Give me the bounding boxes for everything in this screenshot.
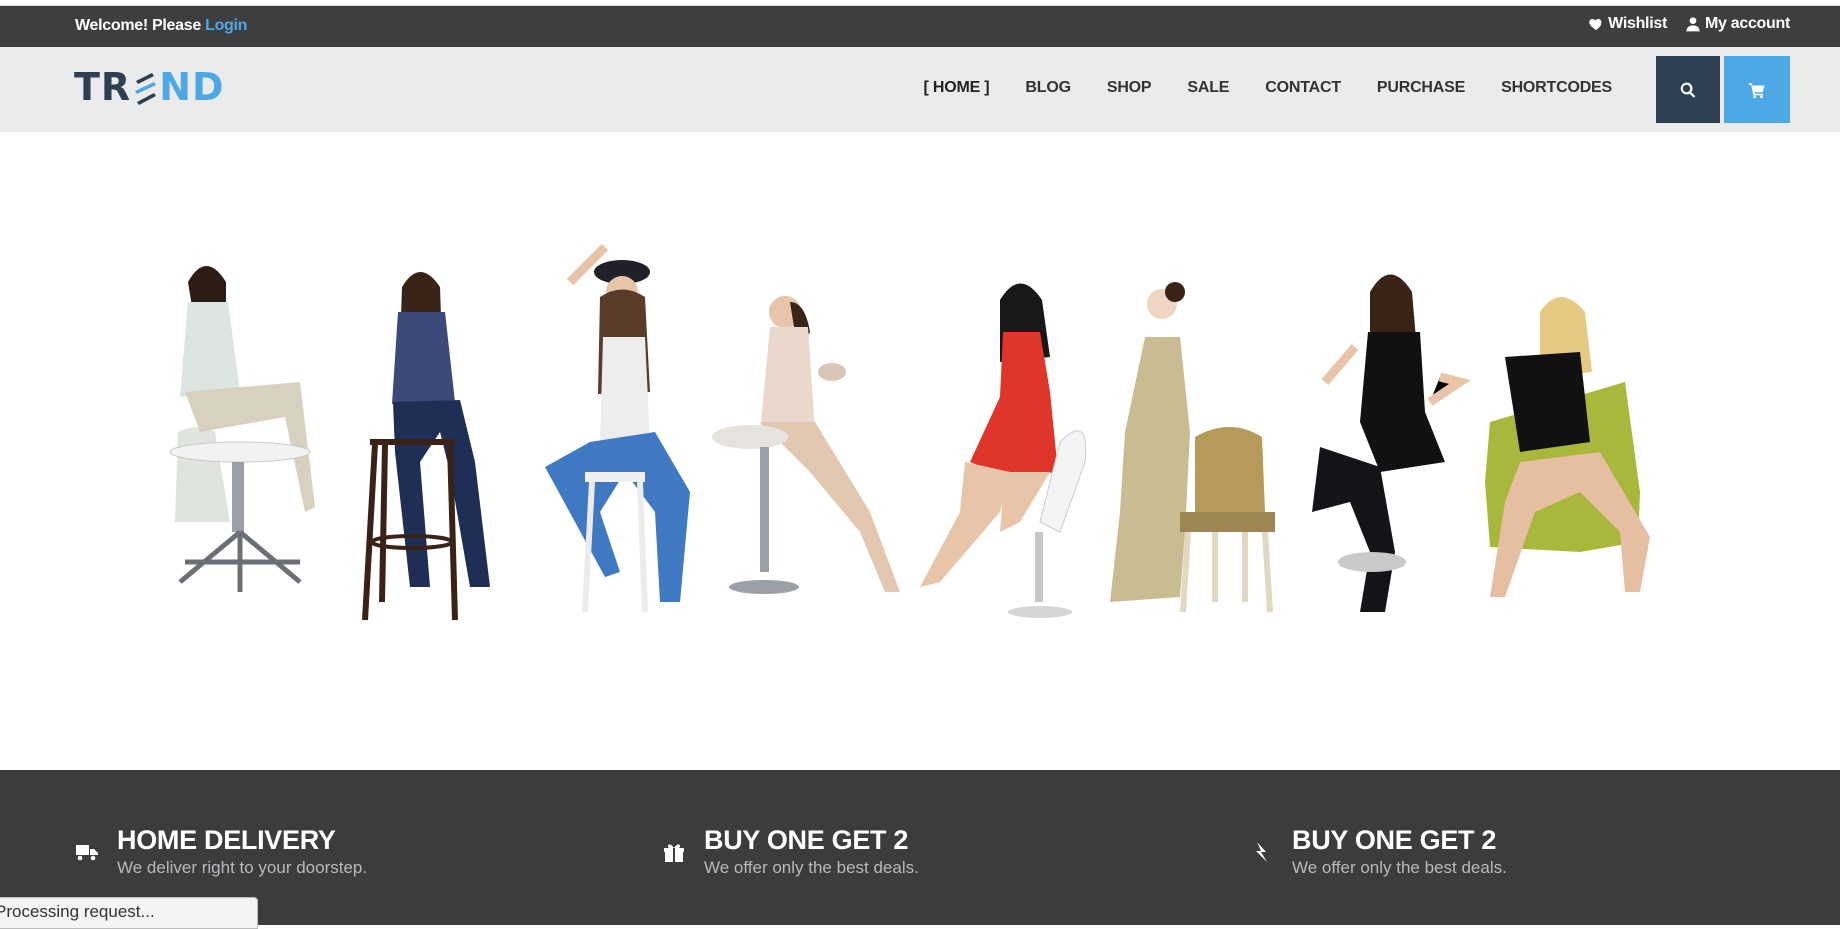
feature-desc: We deliver right to your doorstep. bbox=[117, 858, 368, 877]
search-icon bbox=[1680, 82, 1696, 98]
main-header: TR ND [ HOME ] BLOG SHOP SALE CONTACT PU… bbox=[0, 47, 1840, 132]
welcome-text: Welcome! Please bbox=[75, 17, 206, 34]
nav-shortcodes[interactable]: SHORTCODES bbox=[1483, 79, 1630, 97]
truck-icon bbox=[75, 840, 101, 866]
feature-title: BUY ONE GET 2 bbox=[1292, 825, 1497, 855]
account-link[interactable]: My account bbox=[1685, 15, 1790, 33]
main-nav: [ HOME ] BLOG SHOP SALE CONTACT PURCHASE… bbox=[905, 79, 1630, 97]
nav-sale[interactable]: SALE bbox=[1169, 79, 1247, 97]
gift-icon bbox=[662, 840, 688, 866]
top-links: Wishlist My account bbox=[1588, 15, 1790, 33]
model-figure-5 bbox=[920, 283, 1087, 618]
user-icon bbox=[1686, 17, 1700, 32]
feature-desc: We offer only the best deals. bbox=[1292, 858, 1507, 877]
model-figure-2 bbox=[362, 272, 490, 621]
cart-button[interactable] bbox=[1724, 56, 1790, 123]
feature-home-delivery: HOME DELIVERY We deliver right to your d… bbox=[75, 824, 367, 878]
hero-image bbox=[169, 243, 1650, 621]
top-bar: Welcome! Please Login Wishlist My accoun… bbox=[0, 6, 1840, 47]
processing-status: Processing request... bbox=[0, 897, 258, 929]
feature-title: BUY ONE GET 2 bbox=[704, 825, 909, 855]
hero-banner bbox=[0, 132, 1840, 770]
account-label: My account bbox=[1704, 15, 1790, 32]
logo-mark bbox=[135, 73, 157, 105]
model-figure-7 bbox=[1312, 274, 1471, 612]
logo-text-right: ND bbox=[159, 65, 225, 109]
login-link[interactable]: Login bbox=[205, 17, 247, 34]
model-figure-6 bbox=[1110, 282, 1275, 613]
features-bar: HOME DELIVERY We deliver right to your d… bbox=[0, 770, 1840, 925]
wishlist-link[interactable]: Wishlist bbox=[1588, 15, 1667, 33]
feature-buy-one-get-2: BUY ONE GET 2 We offer only the best dea… bbox=[662, 824, 919, 878]
model-figure-1 bbox=[169, 266, 315, 592]
cart-icon bbox=[1748, 82, 1765, 98]
feature-title: HOME DELIVERY bbox=[117, 825, 336, 855]
logo[interactable]: TR ND bbox=[74, 65, 225, 109]
nav-contact[interactable]: CONTACT bbox=[1247, 79, 1359, 97]
feature-buy-one-get-2-b: BUY ONE GET 2 We offer only the best dea… bbox=[1250, 824, 1507, 878]
model-figure-4 bbox=[712, 296, 900, 594]
heart-icon bbox=[1589, 19, 1602, 30]
logo-text-left: TR bbox=[74, 65, 132, 109]
welcome-message: Welcome! Please Login bbox=[75, 17, 247, 35]
bolt-icon bbox=[1250, 840, 1276, 866]
nav-home[interactable]: [ HOME ] bbox=[905, 79, 1007, 97]
feature-desc: We offer only the best deals. bbox=[704, 858, 919, 877]
wishlist-label: Wishlist bbox=[1608, 15, 1667, 32]
model-figure-3 bbox=[545, 243, 690, 613]
nav-shop[interactable]: SHOP bbox=[1089, 79, 1170, 97]
nav-purchase[interactable]: PURCHASE bbox=[1359, 79, 1483, 97]
search-button[interactable] bbox=[1656, 56, 1720, 123]
nav-blog[interactable]: BLOG bbox=[1007, 79, 1088, 97]
model-figure-8 bbox=[1485, 297, 1650, 597]
